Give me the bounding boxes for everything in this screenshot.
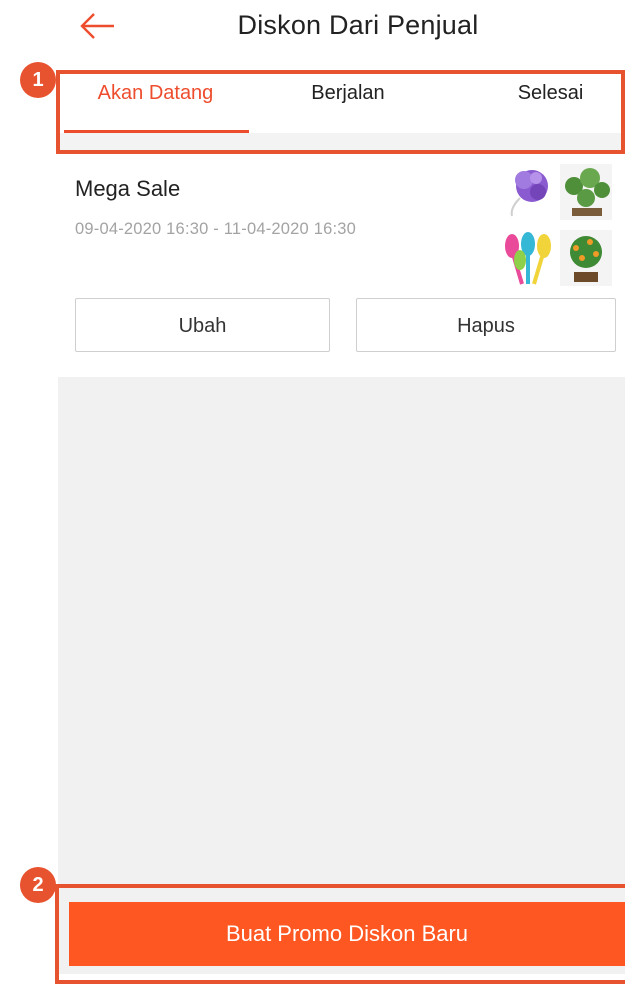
orange-tree-image bbox=[560, 230, 612, 286]
header-bar: Diskon Dari Penjual bbox=[58, 0, 625, 55]
promo-period: 09-04-2020 16:30 - 11-04-2020 16:30 bbox=[75, 220, 356, 238]
page-title: Diskon Dari Penjual bbox=[237, 10, 479, 40]
delete-button[interactable]: Hapus bbox=[356, 298, 616, 352]
bonsai-plant-image bbox=[560, 164, 612, 220]
annotation-marker-2: 2 bbox=[20, 867, 56, 903]
edit-button[interactable]: Ubah bbox=[75, 298, 330, 352]
promo-product-thumbnails bbox=[502, 164, 614, 288]
annotation-marker-1: 1 bbox=[20, 62, 56, 98]
annotation-box-create-button bbox=[55, 884, 625, 984]
promo-name: Mega Sale bbox=[75, 176, 181, 201]
left-margin bbox=[0, 0, 58, 974]
bath-puff-image bbox=[510, 170, 548, 217]
annotation-box-tabs bbox=[56, 70, 625, 154]
plastic-spoons-image bbox=[505, 232, 551, 285]
